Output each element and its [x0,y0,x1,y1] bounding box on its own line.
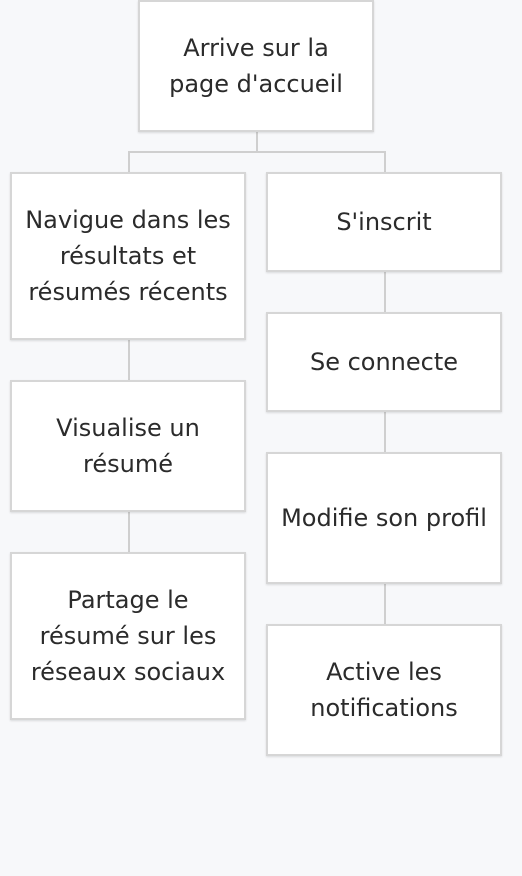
node-share-summary: Partage le résumé sur les réseaux sociau… [10,552,246,720]
connector-right-3-4 [384,582,386,624]
node-log-in: Se connecte [266,312,502,412]
node-enable-notifications: Active les notifications [266,624,502,756]
connector-right-1-2 [384,270,386,312]
node-arrive-homepage: Arrive sur la page d'accueil [138,0,374,132]
connector-split-left-down [128,151,130,174]
connector-left-2-3 [128,510,130,552]
node-sign-up: S'inscrit [266,172,502,272]
connector-right-2-3 [384,410,386,452]
connector-root-down [256,130,258,152]
flowchart: Arrive sur la page d'accueil Navigue dan… [0,0,522,876]
connector-split-right-down [384,151,386,174]
node-edit-profile: Modifie son profil [266,452,502,584]
connector-split-horizontal [128,151,386,153]
node-browse-results: Navigue dans les résultats et résumés ré… [10,172,246,340]
node-view-summary: Visualise un résumé [10,380,246,512]
connector-left-1-2 [128,338,130,380]
